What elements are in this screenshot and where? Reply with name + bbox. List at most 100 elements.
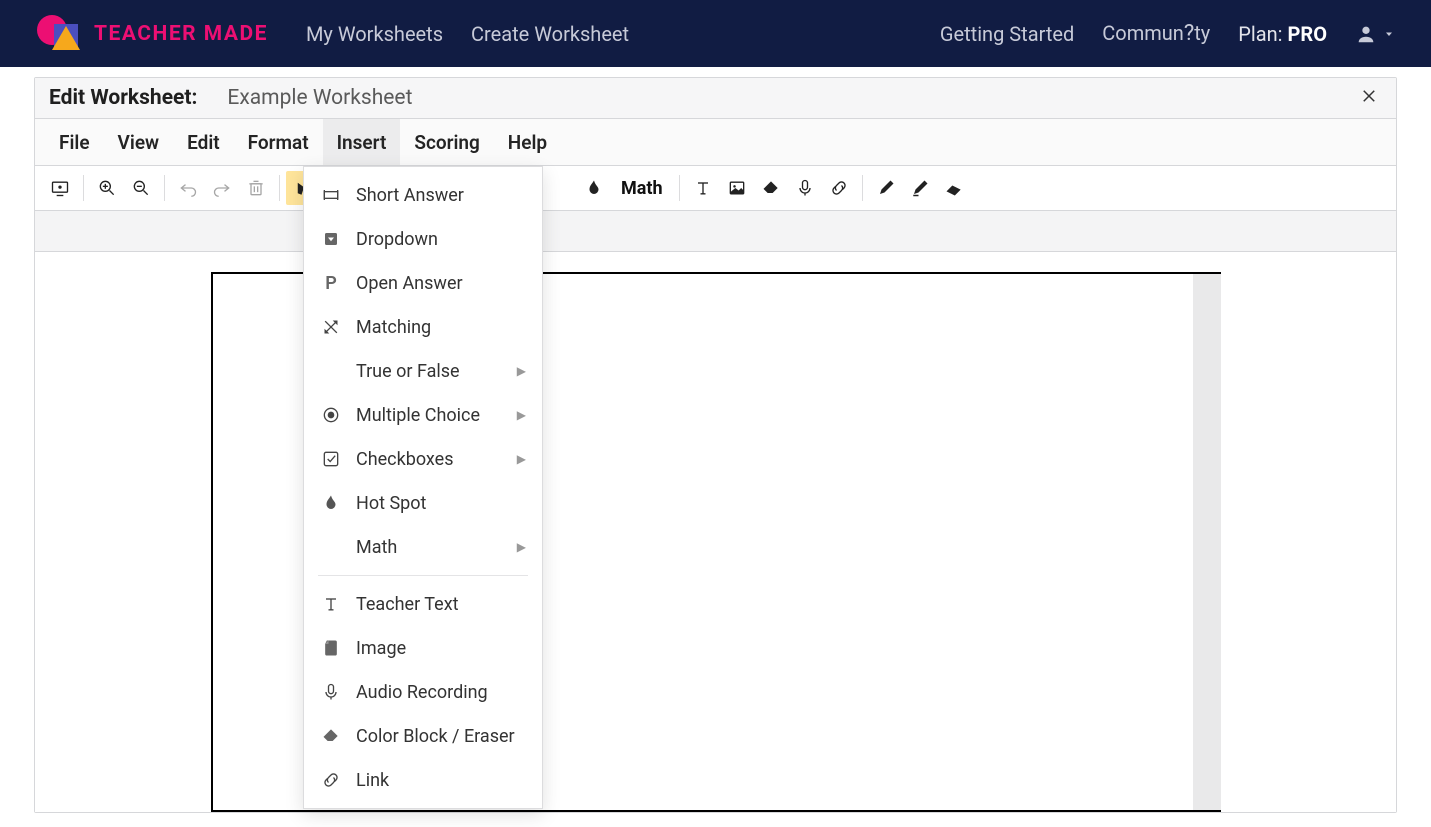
toolbar: Math [35, 166, 1396, 211]
open-answer-icon: P [320, 272, 342, 294]
top-nav: TEACHER MADE My Worksheets Create Worksh… [0, 0, 1431, 67]
big-eraser-button[interactable] [937, 171, 971, 205]
link-icon [320, 769, 342, 791]
insert-dropdown-item[interactable]: Dropdown [304, 217, 542, 261]
link-button[interactable] [822, 171, 856, 205]
math-button[interactable]: Math [611, 171, 673, 205]
editor-header-title: Example Worksheet [227, 86, 412, 110]
checkbox-icon [320, 448, 342, 470]
caret-down-icon [1383, 28, 1395, 40]
big-eraser-icon [944, 178, 964, 198]
insert-link[interactable]: Link [304, 758, 542, 802]
nav-community[interactable]: Commun?ty [1102, 21, 1210, 46]
insert-image[interactable]: Image [304, 626, 542, 670]
insert-item-label: Audio Recording [356, 682, 488, 703]
chevron-right-icon: ▶ [517, 452, 526, 466]
insert-multiple-choice[interactable]: Multiple Choice ▶ [304, 393, 542, 437]
insert-true-false[interactable]: True or False ▶ [304, 349, 542, 393]
menu-format[interactable]: Format [234, 119, 323, 165]
radio-icon [320, 404, 342, 426]
undo-button[interactable] [171, 171, 205, 205]
link-icon [829, 178, 849, 198]
blank-icon [320, 360, 342, 382]
menu-view[interactable]: View [104, 119, 174, 165]
nav-my-worksheets[interactable]: My Worksheets [306, 22, 443, 46]
zoom-in-icon [97, 178, 117, 198]
help-icon: ? [1184, 21, 1194, 46]
insert-hot-spot[interactable]: Hot Spot [304, 481, 542, 525]
insert-item-label: Multiple Choice [356, 405, 480, 426]
insert-item-label: Open Answer [356, 273, 463, 294]
highlighter-button[interactable] [903, 171, 937, 205]
pen-button[interactable] [869, 171, 903, 205]
sub-toolbar [35, 211, 1396, 252]
image-icon [320, 637, 342, 659]
insert-checkboxes[interactable]: Checkboxes ▶ [304, 437, 542, 481]
zoom-out-icon [131, 178, 151, 198]
trash-icon [246, 178, 266, 198]
user-menu[interactable] [1355, 23, 1395, 45]
insert-math[interactable]: Math ▶ [304, 525, 542, 569]
menu-scoring[interactable]: Scoring [400, 119, 493, 165]
nav-create-worksheet[interactable]: Create Worksheet [471, 22, 629, 46]
person-icon [1355, 23, 1377, 45]
insert-open-answer[interactable]: P Open Answer [304, 261, 542, 305]
logo-mark-icon [36, 14, 84, 54]
menu-edit[interactable]: Edit [173, 119, 234, 165]
insert-item-label: Hot Spot [356, 493, 426, 514]
plan-value: PRO [1288, 22, 1328, 46]
pen-icon [877, 179, 895, 197]
flame-icon [320, 492, 342, 514]
editor-header: Edit Worksheet: Example Worksheet [35, 78, 1396, 119]
mic-icon [320, 681, 342, 703]
zoom-out-button[interactable] [124, 171, 158, 205]
page-shadow [1193, 274, 1221, 810]
insert-short-answer[interactable]: Short Answer [304, 173, 542, 217]
nav-plan[interactable]: Plan: PRO [1238, 22, 1327, 46]
eraser-icon [320, 725, 342, 747]
teacher-text-button[interactable] [686, 171, 720, 205]
menu-insert[interactable]: Insert [323, 119, 401, 165]
eraser-button[interactable] [754, 171, 788, 205]
present-button[interactable] [43, 171, 77, 205]
insert-item-label: Matching [356, 317, 431, 338]
chevron-right-icon: ▶ [517, 408, 526, 422]
zoom-in-button[interactable] [90, 171, 124, 205]
nav-getting-started[interactable]: Getting Started [940, 22, 1074, 46]
close-button[interactable] [1356, 82, 1382, 115]
close-icon [1360, 87, 1378, 105]
undo-icon [178, 178, 198, 198]
highlighter-icon [911, 179, 929, 197]
menu-file[interactable]: File [45, 119, 104, 165]
eraser-icon [761, 178, 781, 198]
insert-item-label: Link [356, 770, 389, 791]
text-icon [320, 593, 342, 615]
hotspot-button[interactable] [577, 171, 611, 205]
insert-item-label: Short Answer [356, 185, 464, 206]
insert-item-label: True or False [356, 361, 460, 382]
menu-help[interactable]: Help [494, 119, 561, 165]
insert-teacher-text[interactable]: Teacher Text [304, 582, 542, 626]
delete-button[interactable] [239, 171, 273, 205]
redo-button[interactable] [205, 171, 239, 205]
menu-divider [318, 575, 528, 576]
insert-item-label: Checkboxes [356, 449, 454, 470]
image-icon [727, 178, 747, 198]
insert-audio-recording[interactable]: Audio Recording [304, 670, 542, 714]
insert-color-block-eraser[interactable]: Color Block / Eraser [304, 714, 542, 758]
insert-item-label: Image [356, 638, 406, 659]
canvas-area [35, 252, 1396, 812]
editor: Edit Worksheet: Example Worksheet File V… [34, 77, 1397, 813]
logo[interactable]: TEACHER MADE [36, 14, 268, 54]
insert-matching[interactable]: Matching [304, 305, 542, 349]
insert-item-label: Teacher Text [356, 594, 459, 615]
image-button[interactable] [720, 171, 754, 205]
community-pre: Commun [1102, 21, 1184, 45]
insert-item-label: Dropdown [356, 229, 438, 250]
flame-icon [585, 179, 603, 197]
menu-bar: File View Edit Format Insert Scoring Hel… [35, 119, 1396, 166]
insert-item-label: Color Block / Eraser [356, 726, 515, 747]
audio-button[interactable] [788, 171, 822, 205]
text-icon [693, 178, 713, 198]
mic-icon [795, 178, 815, 198]
